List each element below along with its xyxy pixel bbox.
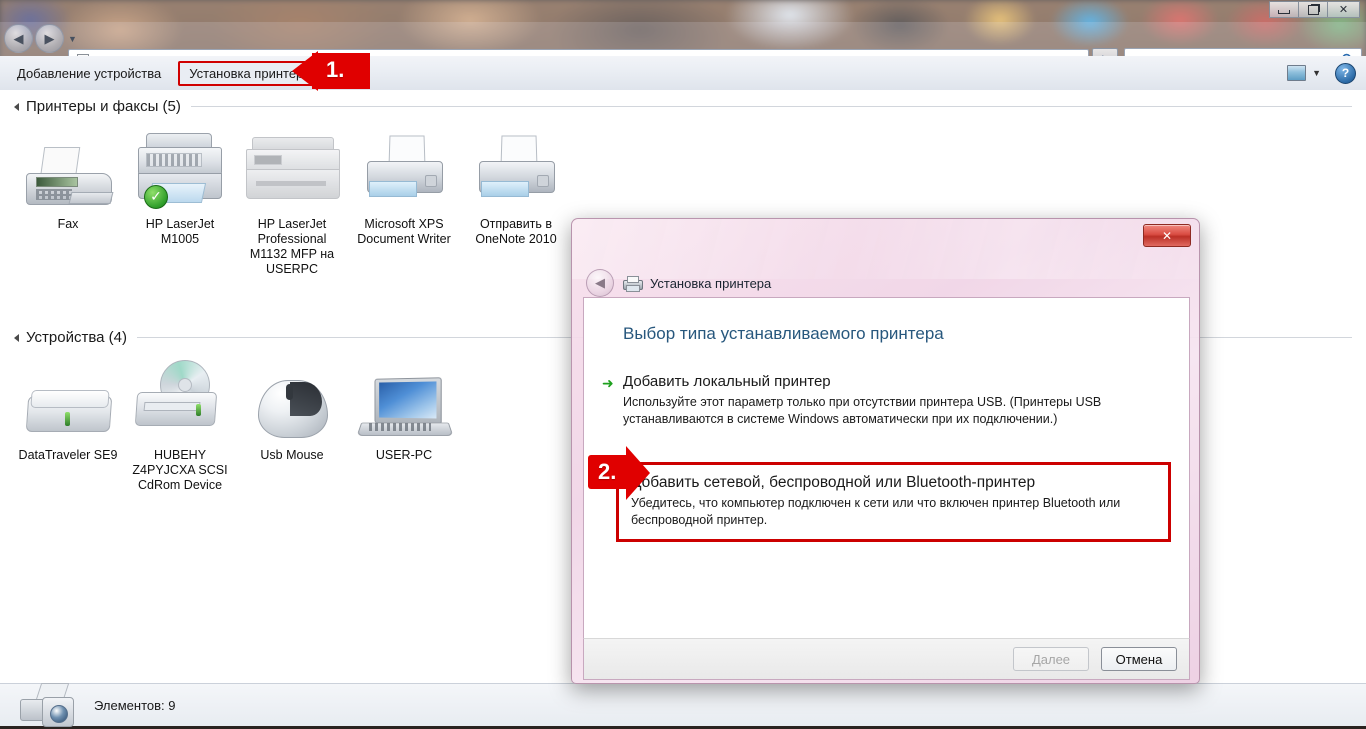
printer-type-option-list: ➜ Добавить локальный принтер Используйте… [584,344,1189,542]
help-button[interactable]: ? [1335,62,1356,84]
group-title-printers: Принтеры и факсы (5) [26,98,181,115]
icon-container [254,360,330,440]
green-arrow-icon: ➜ [602,375,614,391]
option-add-network-printer[interactable]: Добавить сетевой, беспроводной или Bluet… [616,462,1171,542]
option-title: Добавить сетевой, беспроводной или Bluet… [631,474,1036,491]
toolbar-right-group: ▼ ? [1287,62,1366,84]
dialog-header: ◀ Установка принтера [586,269,771,297]
icon-container: ✓ [136,129,224,209]
forward-button[interactable]: ▶ [35,24,64,53]
command-toolbar: Добавление устройства Установка принтера… [0,56,1366,91]
device-item-microsoft-xps-document-writer[interactable]: Microsoft XPS Document Writer [348,129,460,277]
forward-arrow-icon: ▶ [44,31,55,46]
close-icon: ✕ [1161,228,1173,243]
status-bar-item-count: Элементов: 9 [94,697,176,713]
icon-container [356,360,454,440]
usb-drive-icon [25,384,113,440]
icon-container [25,360,113,440]
window-controls: ✕ [1269,1,1360,18]
annotation-arrow-step-1: 1. [292,51,370,91]
option-description: Убедитесь, что компьютер подключен к сет… [631,496,1121,527]
virtual-printer-icon [475,135,557,209]
device-item-hp-laserjet-m1005[interactable]: ✓ HP LaserJet M1005 [124,129,236,277]
recent-pages-dropdown[interactable]: ▼ [68,34,77,44]
dialog-body: Выбор типа устанавливаемого принтера ➜ Д… [583,297,1190,638]
minimize-icon [1278,9,1290,14]
chevron-down-icon[interactable]: ▼ [1312,68,1321,78]
cancel-button[interactable]: Отмена [1101,647,1177,671]
add-device-button[interactable]: Добавление устройства [6,61,172,86]
nav-buttons-group: ◀ ▶ ▼ [4,24,77,53]
device-label: Fax [57,217,79,231]
device-label: Microsoft XPS Document Writer [357,217,451,246]
annotation-number: 2. [598,459,617,484]
device-item-hp-laserjet-m1132-mfp[interactable]: HP LaserJet Professional M1132 MFP на US… [236,129,348,277]
preview-pane-icon[interactable] [1287,65,1307,81]
device-label: HUBEHY Z4PYJCXA SCSI CdRom Device [132,448,228,492]
device-item-usb-mouse[interactable]: Usb Mouse [236,360,348,493]
icon-container [244,129,340,209]
group-header-printers[interactable]: Принтеры и факсы (5) [0,98,1366,115]
close-icon: ✕ [1338,3,1349,16]
dialog-heading: Выбор типа устанавливаемого принтера [623,324,944,343]
option-description: Используйте этот параметр только при отс… [623,395,1102,426]
status-bar-icon-container [20,683,78,729]
status-bar: Элементов: 9 [0,683,1366,729]
option-add-local-printer[interactable]: ➜ Добавить локальный принтер Используйте… [584,372,1189,428]
printer-icon [623,275,643,292]
device-label: USER-PC [375,448,433,462]
dialog-back-button[interactable]: ◀ [586,269,614,297]
group-title-devices: Устройства (4) [26,329,127,346]
printer-camera-icon [20,683,78,729]
device-label: Отправить в OneNote 2010 [475,217,557,246]
close-button[interactable]: ✕ [1327,1,1360,18]
device-label: Usb Mouse [260,448,324,462]
back-button[interactable]: ◀ [4,24,33,53]
maximize-restore-button[interactable] [1298,1,1327,18]
window-titlebar: ✕ [0,0,1366,22]
dialog-footer: Далее Отмена [583,638,1190,680]
device-label: HP LaserJet M1005 [145,217,215,246]
icon-container [363,129,445,209]
annotation-number: 1. [326,57,345,82]
navigation-bar: ◀ ▶ ▼ ▶ Панель управления ▶ Оборудование… [0,22,1366,74]
device-label: DataTraveler SE9 [18,448,118,462]
group-divider [190,106,1352,107]
mouse-icon [254,378,330,440]
minimize-button[interactable] [1269,1,1298,18]
icon-container [22,129,114,209]
virtual-printer-icon [363,135,445,209]
collapse-triangle-icon[interactable] [14,103,19,111]
arrow-head-right-icon [626,446,650,500]
restore-icon [1307,4,1319,15]
fax-icon [22,147,114,209]
laptop-icon [356,377,454,440]
cdrom-drive-icon [134,360,226,440]
device-item-user-pc[interactable]: USER-PC [348,360,460,493]
back-arrow-icon: ◀ [13,31,24,46]
laserjet-printer-icon: ✓ [136,133,224,209]
device-item-fax[interactable]: Fax [12,129,124,277]
collapse-triangle-icon[interactable] [14,334,19,342]
mfp-printer-icon [244,137,340,209]
default-printer-check-icon: ✓ [144,185,168,209]
annotation-arrow-step-2: 2. [588,446,650,501]
device-label: HP LaserJet Professional M1132 MFP на US… [249,217,335,276]
icon-container [134,360,226,440]
device-item-hubehy-cdrom[interactable]: HUBEHY Z4PYJCXA SCSI CdRom Device [124,360,236,493]
device-item-send-to-onenote-2010[interactable]: Отправить в OneNote 2010 [460,129,572,277]
back-arrow-icon: ◀ [595,275,605,290]
dialog-title: Установка принтера [650,275,772,291]
device-item-datatraveler-se9[interactable]: DataTraveler SE9 [12,360,124,493]
add-printer-dialog: ✕ ◀ Установка принтера Выбор типа устана… [571,218,1200,684]
icon-container [475,129,557,209]
next-button[interactable]: Далее [1013,647,1089,671]
option-title: Добавить локальный принтер [623,373,831,390]
dialog-close-button[interactable]: ✕ [1143,224,1191,247]
